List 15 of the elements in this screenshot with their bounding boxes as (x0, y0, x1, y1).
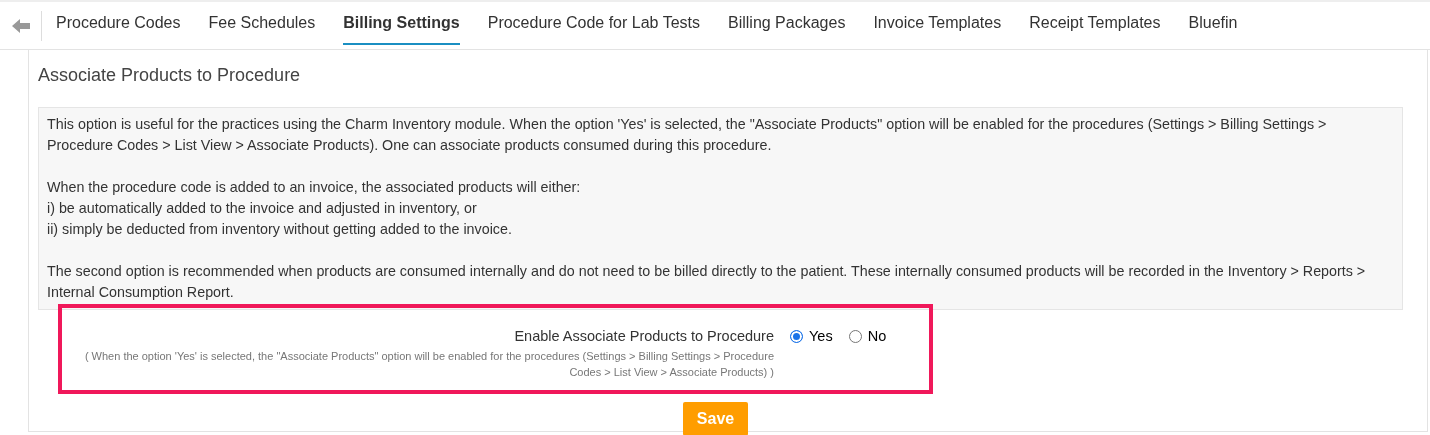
radio-option[interactable]: No (848, 326, 887, 348)
setting-hint: ( When the option 'Yes' is selected, the "Associate Products" option will be enabled for the procedures (Settings > Billing Settings > Procedure Codes > List View > Associate Products) ) (83, 348, 774, 380)
info-box: This option is useful for the practices using the Charm Inventory module. When the option 'Yes' is selected, the "Associate Products" option will be enabled for the procedures (Settings > Billing Settings > Procedure Codes > List View > Associate Products). One can associate products consumed during this procedure. When the procedure code is added to an invoice, the associated products will either: i) be automatically added to the invoice and adjusted in inventory, or ii) simply be deducted from inventory without getting added to the invoice. The second option is recommended when products are consumed internally and do not need to be billed directly to the patient. These internally consumed products will be recorded in the Inventory > Reports > Internal Consumption Report. (38, 107, 1403, 310)
tab[interactable]: Bluefin (1188, 6, 1238, 45)
tab[interactable]: Procedure Codes (56, 6, 181, 45)
tab[interactable]: Receipt Templates (1029, 6, 1161, 45)
setting-label: Enable Associate Products to Procedure (513, 327, 774, 346)
radio-option[interactable]: Yes (790, 326, 833, 348)
tab[interactable]: Fee Schedules (208, 6, 316, 45)
tab[interactable]: Procedure Code for Lab Tests (487, 6, 700, 45)
tab[interactable]: Billing Packages (728, 6, 846, 45)
section-title: Associate Products to Procedure (38, 64, 302, 87)
tab[interactable]: Invoice Templates (873, 6, 1002, 45)
tab[interactable]: Billing Settings (343, 6, 460, 45)
back-arrow-icon (11, 18, 30, 33)
